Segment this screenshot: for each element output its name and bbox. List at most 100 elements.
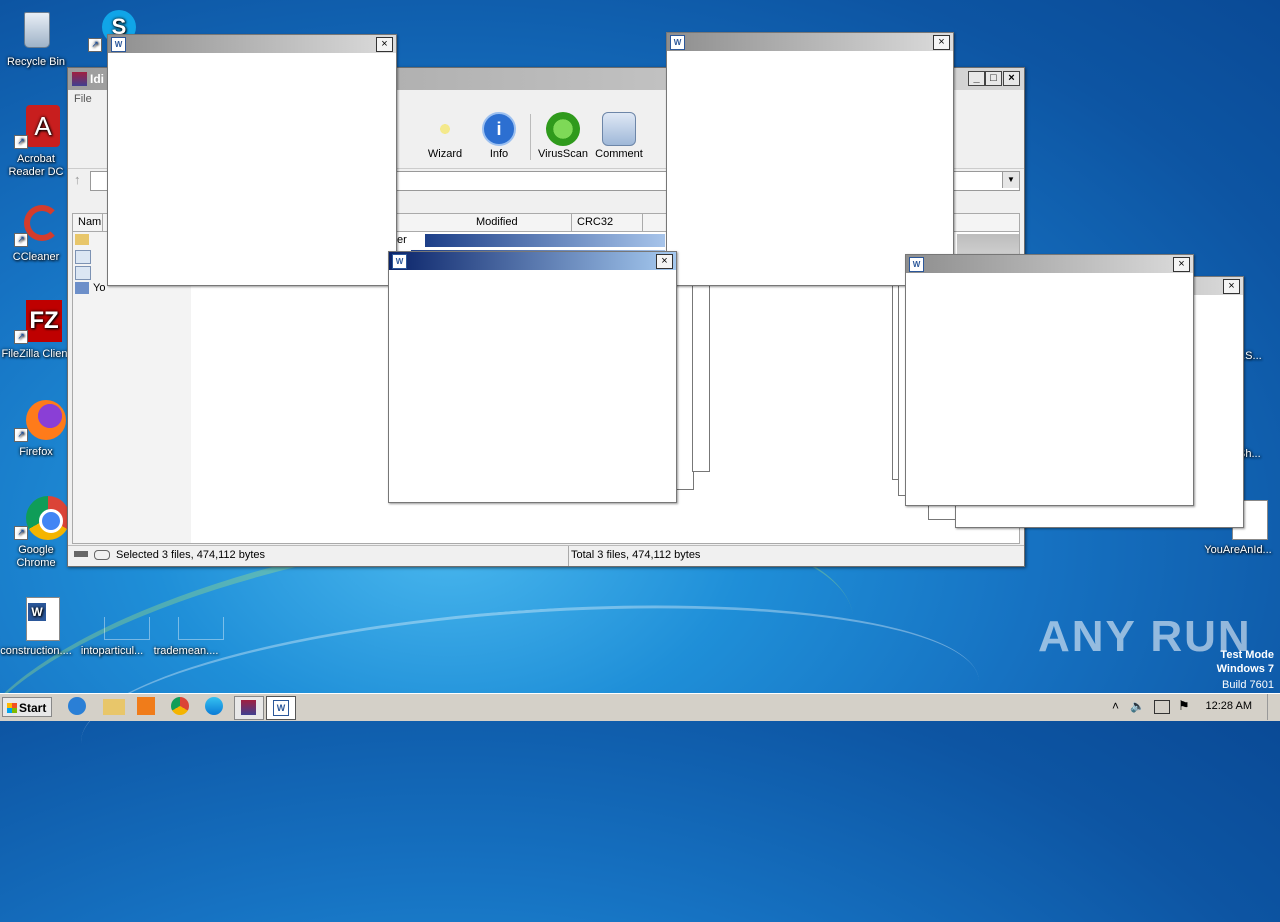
status-selected: Selected 3 files, 474,112 bytes bbox=[116, 549, 266, 561]
statusbar: Selected 3 files, 474,112 bytes Total 3 … bbox=[68, 545, 1024, 566]
close-button[interactable]: × bbox=[1003, 71, 1020, 86]
menu-file[interactable]: File bbox=[74, 93, 92, 105]
desktop-icon-label: FileZilla Client bbox=[1, 348, 71, 360]
desktop-icon-trademean[interactable]: trademean.... bbox=[150, 597, 224, 658]
status-divider bbox=[568, 546, 569, 566]
popup-window[interactable]: W × bbox=[905, 254, 1194, 506]
table-row[interactable]: er bbox=[397, 234, 407, 246]
desktop-icon-label: CCleaner bbox=[12, 251, 60, 263]
desktop-icon-sh[interactable]: Sh... bbox=[1238, 448, 1278, 461]
os-label: Windows 7 bbox=[1216, 663, 1274, 675]
desktop-icon-label: Acrobat Reader DC bbox=[8, 153, 64, 178]
word-icon: W bbox=[909, 257, 924, 272]
status-total: Total 3 files, 474,112 bytes bbox=[571, 549, 701, 561]
drive-icon bbox=[74, 551, 88, 557]
winrar-icon bbox=[241, 700, 256, 715]
popup-titlebar[interactable]: W × bbox=[667, 33, 953, 51]
start-label: Start bbox=[19, 701, 47, 715]
desktop-icon-label: YouAreAnId... bbox=[1204, 544, 1272, 556]
test-mode-label: Test Mode bbox=[1220, 649, 1274, 661]
desktop-icon-acrobat[interactable]: A ↗ Acrobat Reader DC bbox=[0, 105, 72, 179]
winrar-app-icon bbox=[72, 72, 87, 86]
volume-icon[interactable]: 🔈 bbox=[1130, 699, 1145, 713]
start-button[interactable]: Start bbox=[2, 697, 52, 717]
desktop-icon-label: Google Chrome bbox=[16, 544, 56, 569]
explorer-icon[interactable] bbox=[103, 699, 125, 715]
popup-titlebar[interactable]: W × bbox=[906, 255, 1193, 273]
toolbar-separator bbox=[530, 114, 531, 160]
recycle-bin-icon bbox=[14, 8, 58, 52]
desktop-icon-filezilla[interactable]: FZ ↗ FileZilla Client bbox=[0, 300, 72, 361]
word-icon: W bbox=[273, 700, 289, 716]
firefox-icon: ↗ bbox=[14, 398, 66, 442]
column-name[interactable]: Nam bbox=[73, 214, 103, 231]
close-button[interactable]: × bbox=[1223, 279, 1240, 294]
virusscan-label: VirusScan bbox=[538, 148, 588, 160]
column-modified[interactable]: Modified bbox=[471, 214, 572, 231]
desktop-icon-firefox[interactable]: ↗ Firefox bbox=[0, 398, 72, 459]
network-icon[interactable] bbox=[1154, 700, 1170, 714]
folder-icon bbox=[75, 234, 89, 245]
blank-file-icon bbox=[164, 597, 224, 641]
popup-window[interactable]: W × bbox=[666, 32, 954, 286]
selected-row-highlight bbox=[425, 234, 665, 247]
virusscan-button[interactable]: VirusScan bbox=[536, 112, 590, 160]
filezilla-icon: FZ ↗ bbox=[14, 300, 62, 344]
desktop-icon-label: construction.... bbox=[0, 645, 72, 657]
desktop-icon-ccleaner[interactable]: ↗ CCleaner bbox=[0, 203, 72, 264]
taskbar-winrar-button[interactable] bbox=[234, 696, 264, 720]
minimize-button[interactable]: _ bbox=[968, 71, 985, 86]
desktop-icon-label: Firefox bbox=[19, 446, 53, 458]
desktop-icon-intoparticul[interactable]: intoparticul... bbox=[76, 597, 150, 658]
info-icon: i bbox=[482, 112, 516, 146]
dropdown-arrow-icon[interactable]: ▼ bbox=[1002, 172, 1019, 188]
build-label: Build 7601 bbox=[1222, 679, 1274, 691]
close-button[interactable]: × bbox=[376, 37, 393, 52]
chrome-icon: ↗ bbox=[14, 496, 70, 540]
up-arrow-icon[interactable]: ↑ bbox=[74, 172, 81, 187]
wizard-button[interactable]: Wizard bbox=[418, 112, 472, 160]
popup-titlebar[interactable]: W × bbox=[389, 252, 676, 270]
close-button[interactable]: × bbox=[933, 35, 950, 50]
info-label: Info bbox=[489, 148, 509, 160]
desktop-icon-chrome[interactable]: ↗ Google Chrome bbox=[0, 496, 72, 570]
wizard-icon bbox=[428, 112, 462, 146]
show-desktop-button[interactable] bbox=[1267, 694, 1280, 720]
popup-titlebar[interactable]: W × bbox=[108, 35, 396, 53]
file-icon bbox=[75, 282, 89, 294]
comment-button[interactable]: Comment bbox=[592, 112, 646, 160]
close-button[interactable]: × bbox=[1173, 257, 1190, 272]
table-row[interactable]: Yo bbox=[93, 282, 105, 294]
popup-window-frame[interactable] bbox=[692, 284, 710, 472]
word-icon: W bbox=[111, 37, 126, 52]
clock[interactable]: 12:28 AM bbox=[1206, 700, 1252, 712]
column-crc32[interactable]: CRC32 bbox=[572, 214, 643, 231]
acrobat-icon: A ↗ bbox=[14, 105, 60, 149]
taskbar: Start W ˄ 🔈 ⚑ 12:28 AM bbox=[0, 693, 1280, 721]
ie-icon[interactable] bbox=[68, 697, 86, 715]
comment-icon bbox=[602, 112, 636, 146]
desktop-icon-label: trademean.... bbox=[153, 645, 219, 657]
tray-expand-icon[interactable]: ˄ bbox=[1112, 699, 1119, 713]
close-button[interactable]: × bbox=[656, 254, 673, 269]
file-icon bbox=[75, 250, 91, 264]
blank-file-icon bbox=[90, 597, 150, 641]
comment-label: Comment bbox=[595, 148, 643, 160]
popup-window[interactable]: W × bbox=[107, 34, 397, 286]
info-button[interactable]: i Info bbox=[472, 112, 526, 160]
word-icon: W bbox=[392, 254, 407, 269]
action-center-flag-icon[interactable]: ⚑ bbox=[1178, 698, 1190, 714]
maximize-button[interactable]: □ bbox=[985, 71, 1002, 86]
virusscan-icon bbox=[546, 112, 580, 146]
popup-window-active[interactable]: W × bbox=[388, 251, 677, 503]
word-document-icon: W bbox=[14, 597, 60, 641]
desktop-icon-label: intoparticul... bbox=[80, 645, 144, 657]
file-icon bbox=[75, 266, 91, 280]
chrome-icon[interactable] bbox=[171, 697, 189, 715]
windows-logo-icon bbox=[7, 703, 17, 713]
desktop-icon-recycle-bin[interactable]: Recycle Bin bbox=[0, 8, 72, 69]
taskbar-word-button[interactable]: W bbox=[266, 696, 296, 720]
edge-icon[interactable] bbox=[205, 697, 223, 715]
desktop-icon-construction[interactable]: W construction.... bbox=[0, 597, 72, 658]
media-player-icon[interactable] bbox=[137, 697, 155, 715]
